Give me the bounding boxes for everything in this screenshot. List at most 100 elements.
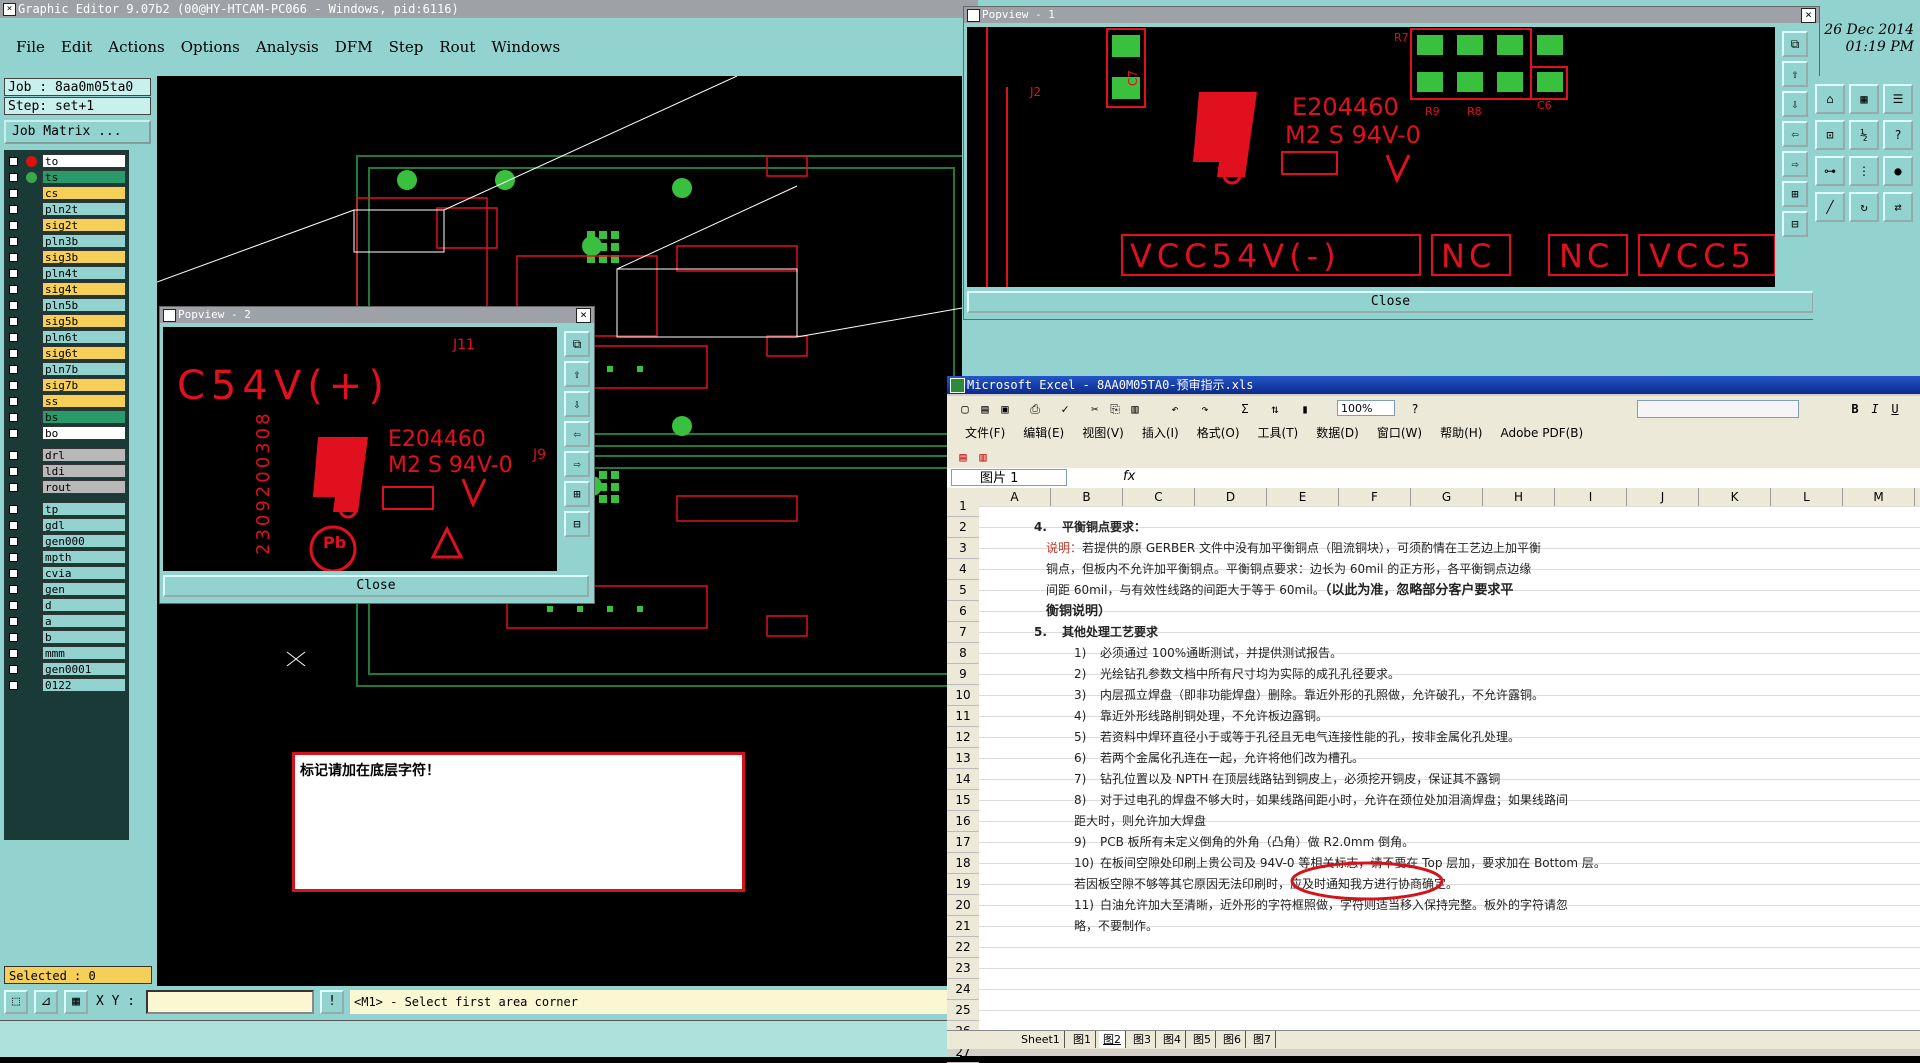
row-header[interactable]: 12	[947, 727, 979, 748]
column-header[interactable]: A	[979, 488, 1051, 506]
excel-menu-item[interactable]: 视图(V)	[1082, 422, 1124, 444]
row-header[interactable]: 6	[947, 601, 979, 622]
column-header[interactable]: L	[1771, 488, 1843, 506]
excel-menu-item[interactable]: 插入(I)	[1142, 422, 1179, 444]
grid-icon[interactable]: ▦	[1849, 84, 1879, 114]
close-icon[interactable]: ×	[1801, 8, 1816, 23]
row-header[interactable]: 9	[947, 664, 979, 685]
layer-checkbox[interactable]	[9, 333, 18, 342]
fx-label[interactable]: fx	[1123, 469, 1135, 484]
zoom-out-icon[interactable]: ⊟	[1782, 211, 1808, 237]
layer-row[interactable]: mpth	[6, 550, 127, 565]
alert-icon[interactable]: !	[320, 990, 344, 1014]
row-header[interactable]: 3	[947, 538, 979, 559]
layer-row[interactable]: pln3b	[6, 234, 127, 249]
popview-1-canvas[interactable]: C7 J2 R7 R9 R8 C6 E204460 M2 S 94V-0 VCC…	[967, 27, 1775, 287]
column-header[interactable]: H	[1483, 488, 1555, 506]
layer-row[interactable]: pln5b	[6, 298, 127, 313]
mirror-icon[interactable]: ⇄	[1883, 192, 1913, 222]
copy-icon[interactable]: ⎘	[1107, 401, 1123, 417]
layer-row[interactable]: drl	[6, 448, 127, 463]
menu-dfm[interactable]: DFM	[335, 18, 373, 76]
layer-row[interactable]: bo	[6, 426, 127, 441]
pan-right-icon[interactable]: ⇨	[564, 451, 590, 477]
row-header[interactable]: 20	[947, 895, 979, 916]
pan-left-icon[interactable]: ⇦	[1782, 121, 1808, 147]
column-header[interactable]: B	[1051, 488, 1123, 506]
excel-menu-item[interactable]: 编辑(E)	[1023, 422, 1064, 444]
ratio-icon[interactable]: ½	[1849, 120, 1879, 150]
excel-menu-item[interactable]: 工具(T)	[1258, 422, 1299, 444]
layer-checkbox[interactable]	[9, 301, 18, 310]
layer-checkbox[interactable]	[9, 569, 18, 578]
zoom-out-icon[interactable]: ⊟	[564, 511, 590, 537]
layer-row[interactable]: sig4t	[6, 282, 127, 297]
underline-icon[interactable]: U	[1887, 401, 1903, 417]
layer-row[interactable]: cs	[6, 186, 127, 201]
layer-row[interactable]: pln2t	[6, 202, 127, 217]
layer-checkbox[interactable]	[9, 237, 18, 246]
layer-row[interactable]: pln4t	[6, 266, 127, 281]
column-header[interactable]: F	[1339, 488, 1411, 506]
layer-icon[interactable]: ☰	[1883, 84, 1913, 114]
bold-icon[interactable]: B	[1847, 401, 1863, 417]
layer-row[interactable]: a	[6, 614, 127, 629]
pan-up-icon[interactable]: ⇧	[564, 361, 590, 387]
layer-row[interactable]: ss	[6, 394, 127, 409]
layer-checkbox[interactable]	[9, 633, 18, 642]
layer-row[interactable]: gen	[6, 582, 127, 597]
measure-tool-icon[interactable]: ⊿	[34, 990, 58, 1014]
column-header[interactable]: M	[1843, 488, 1915, 506]
open-icon[interactable]: ▤	[977, 401, 993, 417]
zoom-fit-icon[interactable]: ⧉	[1782, 31, 1808, 57]
menu-actions[interactable]: Actions	[108, 18, 164, 76]
layer-row[interactable]: b	[6, 630, 127, 645]
select-tool-icon[interactable]: ⬚	[4, 990, 28, 1014]
row-header[interactable]: 19	[947, 874, 979, 895]
net-icon[interactable]: ⋮	[1849, 156, 1879, 186]
measure-icon[interactable]: ⊶	[1815, 156, 1845, 186]
menu-edit[interactable]: Edit	[61, 18, 92, 76]
popview-2-close-button[interactable]: Close	[163, 575, 589, 597]
sheet-tab[interactable]: 图7	[1249, 1031, 1276, 1048]
paste-icon[interactable]: ▥	[1127, 401, 1143, 417]
layer-row[interactable]: pln6t	[6, 330, 127, 345]
excel-menu-item[interactable]: 格式(O)	[1197, 422, 1240, 444]
pad-icon[interactable]: ●	[1883, 156, 1913, 186]
row-header[interactable]: 7	[947, 622, 979, 643]
pan-left-icon[interactable]: ⇦	[564, 421, 590, 447]
row-header[interactable]: 15	[947, 790, 979, 811]
layer-row[interactable]: sig7b	[6, 378, 127, 393]
row-header[interactable]: 16	[947, 811, 979, 832]
layer-checkbox[interactable]	[9, 269, 18, 278]
row-header[interactable]: 5	[947, 580, 979, 601]
layer-checkbox[interactable]	[9, 365, 18, 374]
layer-checkbox[interactable]	[9, 317, 18, 326]
zoom-in-icon[interactable]: ⊞	[564, 481, 590, 507]
layer-checkbox[interactable]	[9, 381, 18, 390]
layer-checkbox[interactable]	[9, 221, 18, 230]
layer-checkbox[interactable]	[9, 397, 18, 406]
row-header[interactable]: 22	[947, 937, 979, 958]
layer-row[interactable]: bs	[6, 410, 127, 425]
print-icon[interactable]: ⎙	[1027, 401, 1043, 417]
row-header[interactable]: 13	[947, 748, 979, 769]
row-header[interactable]: 11	[947, 706, 979, 727]
sheet-tab[interactable]: 图6	[1219, 1031, 1246, 1048]
zoom-in-icon[interactable]: ⊞	[1782, 181, 1808, 207]
excel-menu-item[interactable]: 文件(F)	[965, 422, 1005, 444]
window-menu-icon[interactable]: ×	[3, 3, 16, 16]
column-header[interactable]: J	[1627, 488, 1699, 506]
worksheet[interactable]: 4. 平衡铜点要求： 说明：若提供的原 GERBER 文件中没有加平衡铜点（阻流铜块…	[979, 506, 1920, 1030]
popview-2-canvas[interactable]: C54V(+) J11 J9 E204460 M2 S 94V-0 230920…	[163, 327, 557, 571]
layer-checkbox[interactable]	[9, 585, 18, 594]
pdf-mail-icon[interactable]: ▥	[975, 449, 991, 465]
row-header[interactable]: 17	[947, 832, 979, 853]
undo-icon[interactable]: ↶	[1167, 401, 1183, 417]
new-icon[interactable]: ▢	[957, 401, 973, 417]
layer-checkbox[interactable]	[9, 537, 18, 546]
popview-1-close-button[interactable]: Close	[967, 291, 1814, 313]
layer-row[interactable]: sig3b	[6, 250, 127, 265]
pan-right-icon[interactable]: ⇨	[1782, 151, 1808, 177]
row-header[interactable]: 24	[947, 979, 979, 1000]
